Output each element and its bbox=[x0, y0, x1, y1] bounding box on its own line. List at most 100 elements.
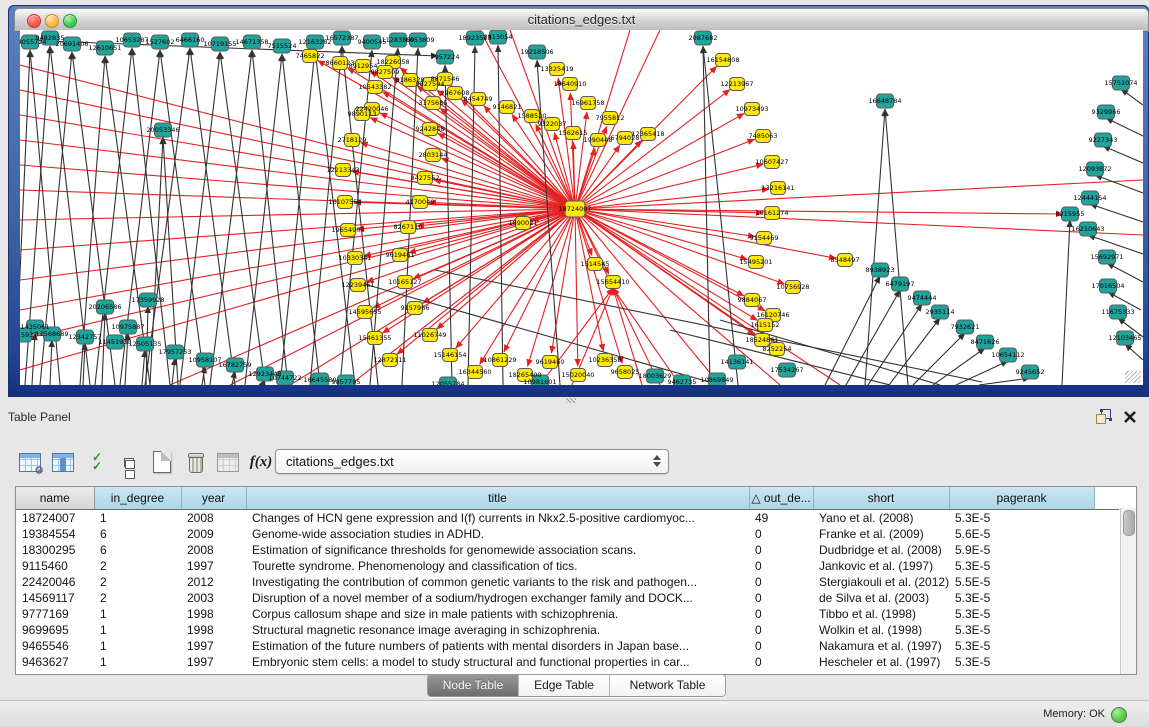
table-scrollbar-thumb[interactable] bbox=[1123, 510, 1135, 536]
table-cell[interactable]: 0 bbox=[749, 574, 813, 590]
network-window-titlebar[interactable]: citations_edges.txt bbox=[14, 8, 1149, 32]
table-cell[interactable]: de Silva et al. (2003) bbox=[813, 590, 949, 606]
table-row[interactable]: 969969511998Structural magnetic resonanc… bbox=[16, 622, 1119, 638]
table-cell[interactable]: 2 bbox=[94, 590, 181, 606]
table-cell[interactable]: Jankovic et al. (1997) bbox=[813, 558, 949, 574]
table-selector[interactable]: citations_edges.txt bbox=[275, 449, 669, 474]
tab-node-table[interactable]: Node Table bbox=[428, 675, 519, 696]
column-header-year[interactable]: year bbox=[181, 487, 246, 510]
table-cell[interactable]: 1998 bbox=[181, 606, 246, 622]
tab-network-table[interactable]: Network Table bbox=[610, 675, 725, 696]
table-cell[interactable]: 2008 bbox=[181, 510, 246, 527]
table-cell[interactable]: 22420046 bbox=[16, 574, 94, 590]
table-cell[interactable]: 9463627 bbox=[16, 654, 94, 670]
table-scrollbar[interactable] bbox=[1120, 508, 1136, 674]
table-cell[interactable]: 2012 bbox=[181, 574, 246, 590]
column-header-out_de[interactable]: △ out_de... bbox=[749, 487, 813, 510]
table-row[interactable]: 911546021997Tourette syndrome. Phenomeno… bbox=[16, 558, 1119, 574]
table-cell[interactable]: 2003 bbox=[181, 590, 246, 606]
table-cell[interactable]: 0 bbox=[749, 638, 813, 654]
table-cell[interactable]: 6 bbox=[94, 542, 181, 558]
table-cell[interactable]: 5.3E-5 bbox=[949, 590, 1094, 606]
table-row[interactable]: 1456911722003Disruption of a novel membe… bbox=[16, 590, 1119, 606]
function-builder-icon[interactable]: f(x) bbox=[246, 447, 276, 477]
table-row[interactable]: 946362711997Embryonic stem cells: a mode… bbox=[16, 654, 1119, 670]
column-header-pagerank[interactable]: pagerank bbox=[949, 487, 1094, 510]
delete-rows-icon[interactable] bbox=[180, 447, 210, 477]
tab-edge-table[interactable]: Edge Table bbox=[519, 675, 610, 696]
table-cell[interactable]: 2 bbox=[94, 558, 181, 574]
close-panel-icon[interactable] bbox=[1123, 410, 1137, 424]
table-cell[interactable]: 1 bbox=[94, 510, 181, 527]
row-height-icon[interactable] bbox=[114, 447, 144, 477]
table-cell[interactable]: 1997 bbox=[181, 638, 246, 654]
table-cell[interactable]: Investigating the contribution of common… bbox=[246, 574, 749, 590]
table-cell[interactable]: 5.3E-5 bbox=[949, 638, 1094, 654]
table-cell[interactable]: 18300295 bbox=[16, 542, 94, 558]
table-cell[interactable]: 5.3E-5 bbox=[949, 622, 1094, 638]
table-cell[interactable]: Estimation of the future numbers of pati… bbox=[246, 638, 749, 654]
table-cell[interactable]: 5.3E-5 bbox=[949, 510, 1094, 527]
table-cell[interactable]: 0 bbox=[749, 606, 813, 622]
column-header-title[interactable]: title bbox=[246, 487, 749, 510]
table-cell[interactable]: 0 bbox=[749, 526, 813, 542]
table-cell[interactable]: 1997 bbox=[181, 654, 246, 670]
table-cell[interactable]: 0 bbox=[749, 542, 813, 558]
table-cell[interactable]: 14569117 bbox=[16, 590, 94, 606]
table-cell[interactable]: Disruption of a novel member of a sodium… bbox=[246, 590, 749, 606]
table-cell[interactable]: 9777169 bbox=[16, 606, 94, 622]
table-row[interactable]: 1938455462009Genome-wide association stu… bbox=[16, 526, 1119, 542]
table-cell[interactable]: 1 bbox=[94, 606, 181, 622]
table-cell[interactable]: 5.9E-5 bbox=[949, 542, 1094, 558]
table-cell[interactable]: Wolkin et al. (1998) bbox=[813, 622, 949, 638]
table-cell[interactable]: 5.3E-5 bbox=[949, 654, 1094, 670]
table-cell[interactable]: Franke et al. (2009) bbox=[813, 526, 949, 542]
table-cell[interactable]: 2 bbox=[94, 574, 181, 590]
table-cell[interactable]: Yano et al. (2008) bbox=[813, 510, 949, 527]
table-cell[interactable]: 5.6E-5 bbox=[949, 526, 1094, 542]
table-row[interactable]: 2242004622012Investigating the contribut… bbox=[16, 574, 1119, 590]
canvas-resize-grip[interactable] bbox=[1125, 371, 1141, 383]
table-cell[interactable]: Corpus callosum shape and size in male p… bbox=[246, 606, 749, 622]
table-cell[interactable]: 1998 bbox=[181, 622, 246, 638]
column-header-name[interactable]: name bbox=[16, 487, 94, 510]
table-row[interactable]: 977716911998Corpus callosum shape and si… bbox=[16, 606, 1119, 622]
table-cell[interactable]: 6 bbox=[94, 526, 181, 542]
table-cell[interactable]: 49 bbox=[749, 510, 813, 527]
table-cell[interactable]: Tibbo et al. (1998) bbox=[813, 606, 949, 622]
table-cell[interactable]: 9699695 bbox=[16, 622, 94, 638]
table-cell[interactable]: 2009 bbox=[181, 526, 246, 542]
table-cell[interactable]: 5.3E-5 bbox=[949, 606, 1094, 622]
table-cell[interactable]: 1 bbox=[94, 622, 181, 638]
column-header-short[interactable]: short bbox=[813, 487, 949, 510]
new-table-icon[interactable] bbox=[147, 447, 177, 477]
table-cell[interactable]: 1 bbox=[94, 638, 181, 654]
table-cell[interactable]: 0 bbox=[749, 622, 813, 638]
table-cell[interactable]: 1 bbox=[94, 654, 181, 670]
table-cell[interactable]: Estimation of significance thresholds fo… bbox=[246, 542, 749, 558]
table-row[interactable]: 946554611997Estimation of the future num… bbox=[16, 638, 1119, 654]
select-rows-icon[interactable]: ✓✓ bbox=[81, 447, 111, 477]
column-select-icon[interactable] bbox=[48, 447, 78, 477]
table-cell[interactable]: 18724007 bbox=[16, 510, 94, 527]
table-cell[interactable]: 2008 bbox=[181, 542, 246, 558]
table-cell[interactable]: Tourette syndrome. Phenomenology and cla… bbox=[246, 558, 749, 574]
float-panel-icon[interactable] bbox=[1096, 409, 1112, 425]
table-cell[interactable]: Genome-wide association studies in ADHD. bbox=[246, 526, 749, 542]
table-cell[interactable]: 5.3E-5 bbox=[949, 558, 1094, 574]
table-cell[interactable]: 0 bbox=[749, 654, 813, 670]
table-cell[interactable]: Changes of HCN gene expression and I(f) … bbox=[246, 510, 749, 527]
table-cell[interactable]: Hescheler et al. (1997) bbox=[813, 654, 949, 670]
table-cell[interactable]: Structural magnetic resonance image aver… bbox=[246, 622, 749, 638]
table-cell[interactable]: 1997 bbox=[181, 558, 246, 574]
table-row[interactable]: 1872400712008Changes of HCN gene express… bbox=[16, 510, 1119, 527]
table-row[interactable]: 1830029562008Estimation of significance … bbox=[16, 542, 1119, 558]
table-cell[interactable]: 5.5E-5 bbox=[949, 574, 1094, 590]
table-cell[interactable]: 19384554 bbox=[16, 526, 94, 542]
split-pane-handle[interactable] bbox=[566, 398, 576, 403]
table-cell[interactable]: Nakamura et al. (1997) bbox=[813, 638, 949, 654]
table-cell[interactable]: Dudbridge et al. (2008) bbox=[813, 542, 949, 558]
column-header-in_degree[interactable]: in_degree bbox=[94, 487, 181, 510]
table-cell[interactable]: 9465546 bbox=[16, 638, 94, 654]
network-canvas[interactable]: 1405572494828352069140612610651106532871… bbox=[20, 30, 1143, 385]
